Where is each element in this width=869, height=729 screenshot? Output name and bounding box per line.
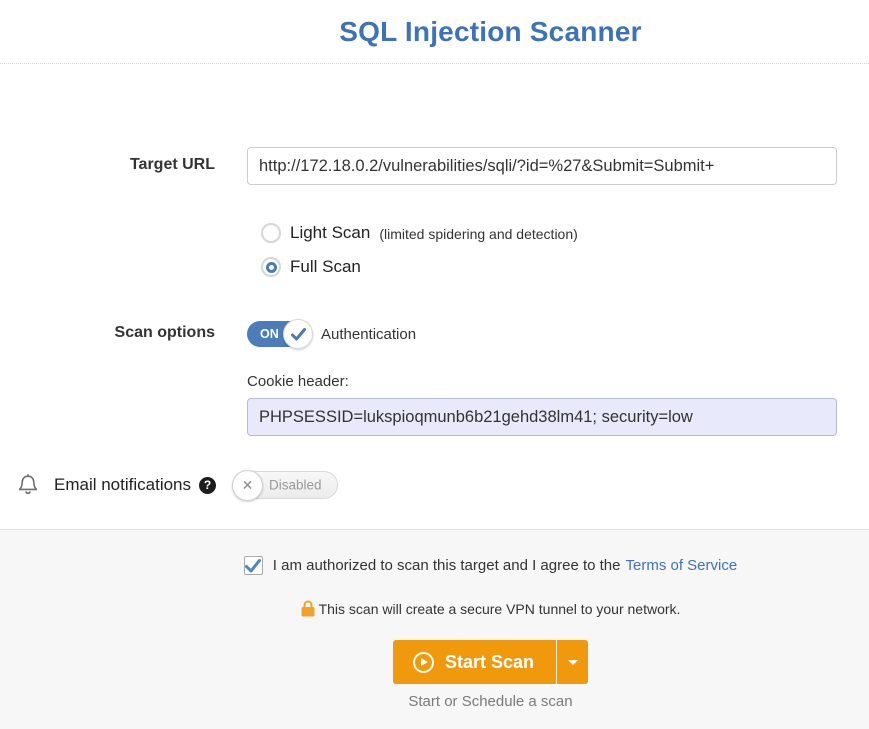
authentication-toggle[interactable]: ON	[247, 321, 309, 347]
email-notifications-row: Email notifications ? ✕ Disabled	[18, 471, 869, 499]
full-scan-radio[interactable]	[261, 257, 281, 277]
x-icon: ✕	[242, 477, 254, 494]
email-notifications-toggle[interactable]: ✕ Disabled	[234, 471, 338, 499]
scan-form: Target URL Light Scan (limited spidering…	[0, 64, 869, 499]
scan-type-row: Light Scan (limited spidering and detect…	[0, 185, 869, 291]
check-icon	[245, 559, 261, 573]
target-url-input[interactable]	[247, 147, 837, 185]
start-scan-split-button[interactable]: Start Scan	[393, 640, 588, 684]
page-title: SQL Injection Scanner	[339, 16, 641, 48]
help-icon[interactable]: ?	[199, 477, 216, 494]
toggle-on-text: ON	[260, 327, 279, 341]
authorization-text: I am authorized to scan this target and …	[273, 557, 621, 574]
toggle-knob[interactable]: ✕	[232, 470, 263, 501]
light-scan-label: Light Scan	[290, 223, 370, 243]
light-scan-hint: (limited spidering and detection)	[379, 224, 577, 242]
check-icon	[291, 328, 306, 341]
vpn-notice-row: This scan will create a secure VPN tunne…	[56, 600, 869, 617]
authorization-checkbox[interactable]	[244, 556, 263, 575]
start-scan-dropdown-button[interactable]	[557, 640, 588, 684]
play-icon	[413, 652, 434, 673]
terms-of-service-link[interactable]: Terms of Service	[626, 557, 738, 574]
scan-options-row: Scan options ON Authentication Cookie he…	[0, 315, 869, 436]
toggle-off-text: Disabled	[269, 478, 322, 493]
scan-type-group: Light Scan (limited spidering and detect…	[261, 223, 837, 277]
light-scan-radio[interactable]	[261, 223, 281, 243]
caret-down-icon	[568, 660, 578, 665]
full-scan-label: Full Scan	[290, 257, 361, 277]
email-notifications-label: Email notifications	[54, 475, 191, 495]
target-url-label: Target URL	[0, 147, 215, 174]
start-scan-button[interactable]: Start Scan	[393, 640, 556, 684]
light-scan-option[interactable]: Light Scan (limited spidering and detect…	[261, 223, 837, 243]
page-header: SQL Injection Scanner	[0, 0, 869, 64]
cookie-header-input[interactable]	[247, 398, 837, 436]
full-scan-option[interactable]: Full Scan	[261, 257, 837, 277]
authorization-row: I am authorized to scan this target and …	[56, 556, 869, 575]
bell-icon	[18, 474, 38, 496]
lock-icon	[301, 600, 315, 617]
footer-panel: I am authorized to scan this target and …	[0, 529, 869, 729]
target-url-row: Target URL	[0, 147, 869, 185]
toggle-knob[interactable]	[283, 319, 313, 349]
start-hint-text: Start or Schedule a scan	[56, 693, 869, 710]
vpn-notice-text: This scan will create a secure VPN tunne…	[319, 601, 681, 617]
scan-options-label: Scan options	[0, 315, 215, 342]
start-scan-label: Start Scan	[445, 652, 534, 673]
sql-injection-scanner-page: SQL Injection Scanner Target URL Light S…	[0, 0, 869, 729]
authentication-label: Authentication	[321, 326, 416, 343]
cookie-header-label: Cookie header:	[247, 373, 837, 390]
